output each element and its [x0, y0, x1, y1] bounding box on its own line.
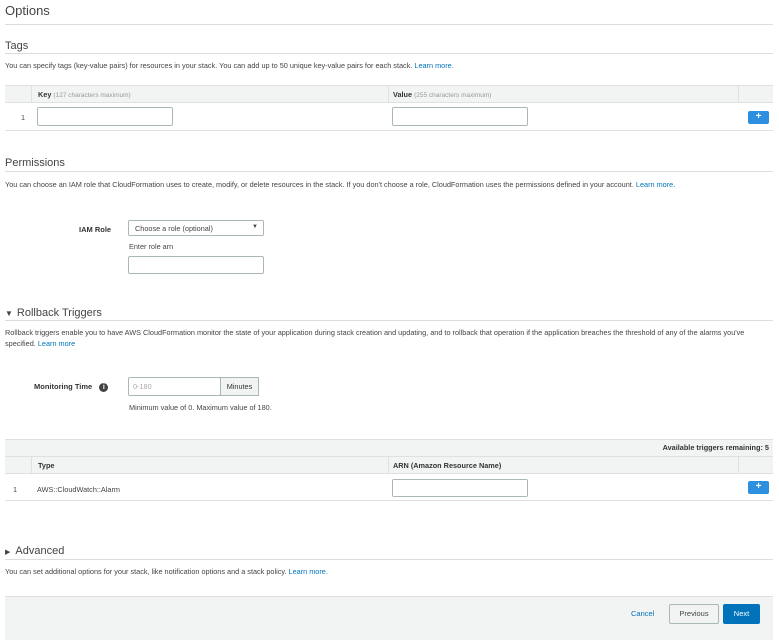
value-header-label: Value: [393, 90, 413, 99]
triggers-table-header: [5, 456, 773, 474]
column-divider: [388, 85, 389, 103]
row-divider: [5, 500, 773, 501]
tags-title: Tags: [5, 40, 29, 52]
column-divider: [31, 85, 32, 103]
plus-icon: +: [755, 111, 762, 122]
minutes-addon: Minutes: [220, 377, 259, 396]
available-triggers-remaining: Available triggers remaining: 5: [662, 443, 769, 452]
monitoring-time-placeholder: 0-180: [133, 382, 152, 391]
divider: [5, 53, 773, 54]
monitoring-time-help: Minimum value of 0. Maximum value of 180…: [129, 403, 272, 412]
rollback-triggers-title: Rollback Triggers: [16, 307, 102, 319]
divider: [5, 320, 773, 321]
rollback-learn-more-link[interactable]: Learn more: [38, 339, 75, 348]
advanced-learn-more-link[interactable]: Learn more.: [289, 567, 328, 576]
wizard-footer: [5, 596, 773, 640]
column-divider: [738, 456, 739, 474]
cancel-link[interactable]: Cancel: [631, 609, 654, 618]
iam-role-label: IAM Role: [79, 225, 112, 234]
tag-key-input[interactable]: [37, 107, 173, 126]
rollback-description-text: Rollback triggers enable you to have AWS…: [5, 328, 745, 348]
caret-right-icon: ▶: [5, 549, 11, 556]
rollback-description: Rollback triggers enable you to have AWS…: [5, 327, 775, 349]
page-title: Options: [5, 3, 50, 18]
triggers-table-topbar: [5, 439, 773, 456]
divider: [5, 559, 773, 560]
row-divider: [5, 130, 773, 131]
advanced-description: You can set additional options for your …: [5, 566, 775, 577]
column-divider: [388, 456, 389, 474]
divider: [5, 24, 773, 25]
tag-value-input[interactable]: [392, 107, 528, 126]
trigger-type-value: AWS::CloudWatch::Alarm: [37, 485, 120, 494]
enter-role-arn-label: Enter role arn: [129, 242, 174, 251]
advanced-toggle[interactable]: ▶ Advanced: [5, 545, 64, 557]
caret-down-icon: ▼: [5, 309, 13, 318]
add-tag-button[interactable]: +: [748, 111, 769, 124]
column-divider: [31, 456, 32, 474]
permissions-learn-more-link[interactable]: Learn more.: [636, 180, 675, 189]
iam-role-select[interactable]: Choose a role (optional) ▼: [128, 220, 264, 236]
previous-button[interactable]: Previous: [669, 604, 719, 624]
role-arn-input[interactable]: [128, 256, 264, 274]
trigger-row-index: 1: [13, 485, 18, 494]
advanced-description-text: You can set additional options for your …: [5, 567, 287, 576]
trigger-arn-input[interactable]: [392, 479, 528, 497]
iam-role-select-value: Choose a role (optional): [135, 224, 213, 233]
key-header-hint: (127 characters maximum): [53, 92, 131, 99]
tags-row-index: 1: [21, 113, 26, 122]
advanced-title: Advanced: [15, 545, 65, 557]
monitoring-time-label: Monitoring Time i: [34, 382, 109, 392]
permissions-description-text: You can choose an IAM role that CloudFor…: [5, 180, 634, 189]
permissions-title: Permissions: [5, 157, 65, 169]
info-icon[interactable]: i: [99, 383, 109, 392]
tags-description: You can specify tags (key-value pairs) f…: [5, 60, 775, 71]
key-header-label: Key: [38, 90, 52, 99]
monitoring-time-input[interactable]: 0-180: [128, 377, 221, 396]
add-trigger-button[interactable]: +: [748, 481, 769, 494]
permissions-description: You can choose an IAM role that CloudFor…: [5, 179, 775, 190]
monitoring-time-label-text: Monitoring Time: [34, 382, 93, 391]
tags-description-text: You can specify tags (key-value pairs) f…: [5, 61, 413, 70]
tags-learn-more-link[interactable]: Learn more.: [414, 61, 453, 70]
next-button[interactable]: Next: [723, 604, 760, 624]
plus-icon: +: [755, 481, 762, 492]
column-divider: [738, 85, 739, 103]
tags-key-column-header: Key (127 characters maximum): [38, 90, 131, 99]
divider: [5, 171, 773, 172]
chevron-down-icon: ▼: [252, 224, 258, 230]
arn-column-header: ARN (Amazon Resource Name): [393, 461, 502, 470]
tags-value-column-header: Value (255 characters maximum): [393, 90, 491, 99]
type-column-header: Type: [38, 461, 55, 470]
rollback-triggers-toggle[interactable]: ▼ Rollback Triggers: [5, 307, 102, 319]
value-header-hint: (255 characters maximum): [414, 92, 492, 99]
